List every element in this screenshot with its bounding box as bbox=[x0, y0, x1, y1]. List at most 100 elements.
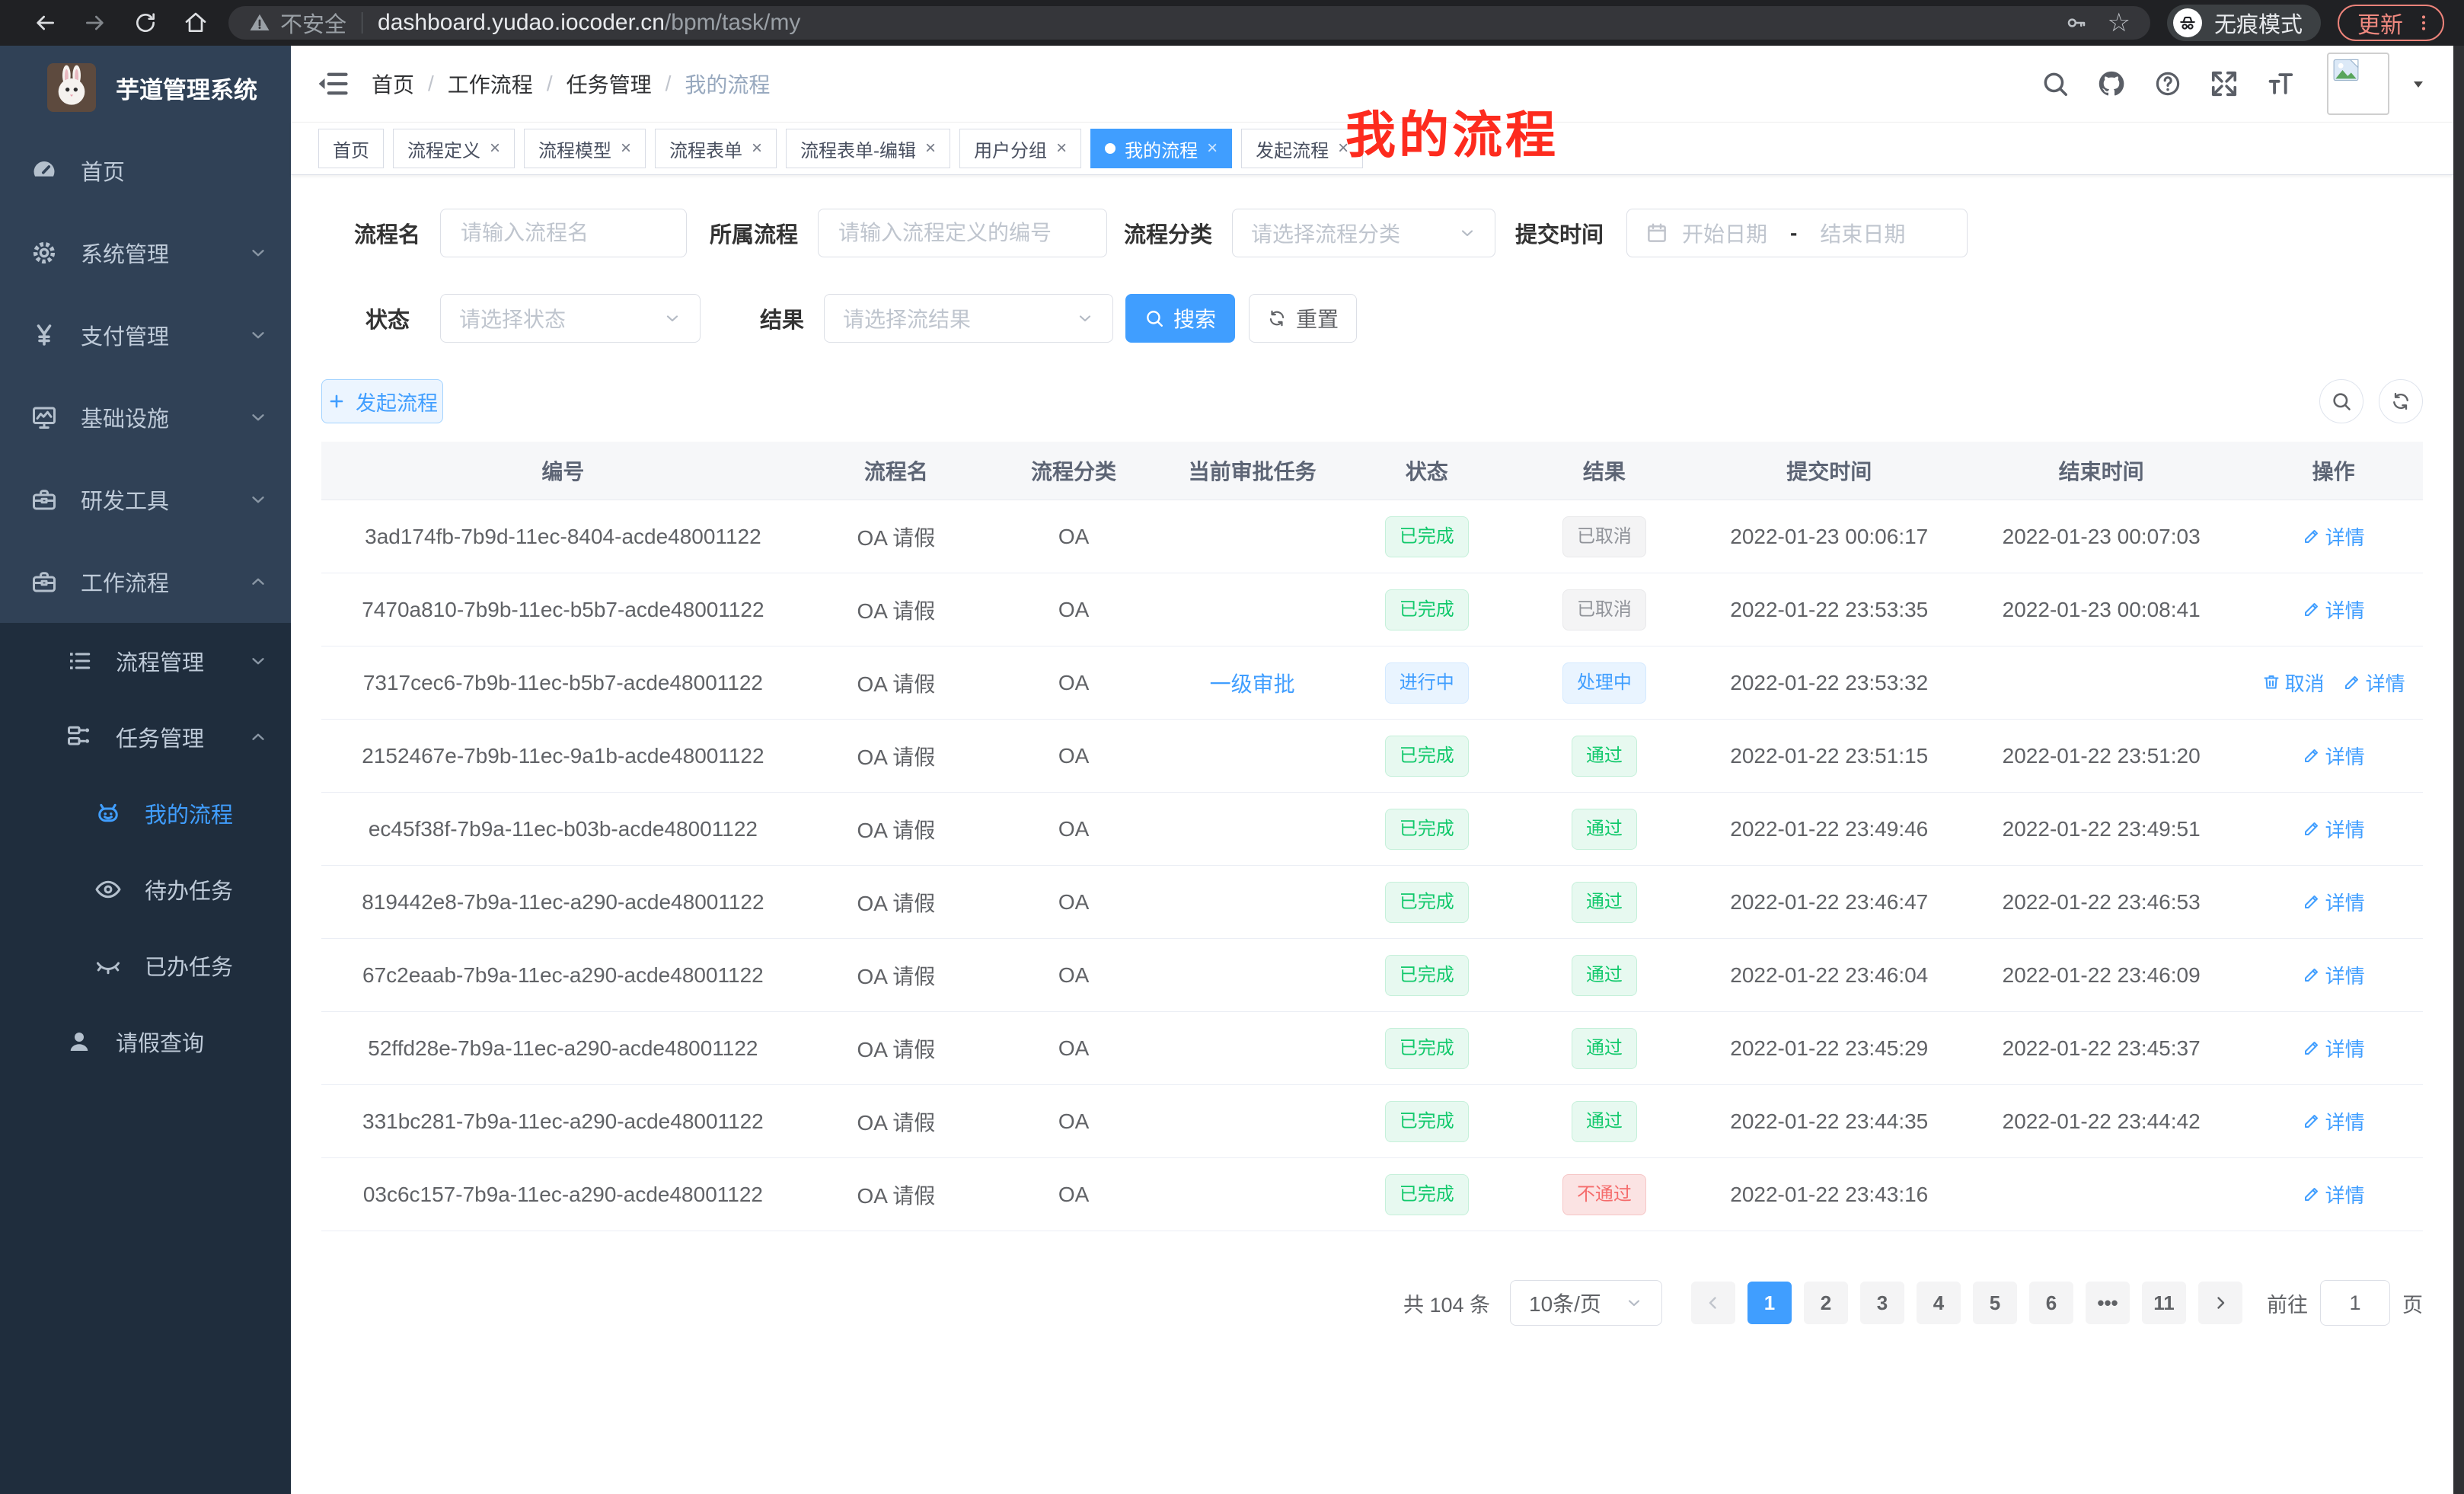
detail-action[interactable]: 详情 bbox=[2303, 815, 2365, 843]
address-bar[interactable]: 不安全 dashboard.yudao.iocoder.cn /bpm/task… bbox=[228, 6, 2150, 40]
browser-back-icon[interactable] bbox=[20, 8, 70, 38]
tab-我的流程[interactable]: 我的流程 × bbox=[1090, 129, 1232, 168]
edit-icon bbox=[2303, 966, 2321, 984]
sidebar-item-home[interactable]: 首页 bbox=[0, 129, 291, 212]
page-button-5[interactable]: 5 bbox=[1973, 1282, 2017, 1324]
page-size-select[interactable]: 10条/页 bbox=[1510, 1280, 1662, 1326]
next-page-button[interactable] bbox=[2198, 1282, 2242, 1324]
show-search-toggle-button[interactable] bbox=[2319, 379, 2363, 423]
tab-close-icon[interactable]: × bbox=[1056, 139, 1067, 158]
page-button-2[interactable]: 2 bbox=[1804, 1282, 1848, 1324]
tab-close-icon[interactable]: × bbox=[925, 139, 936, 158]
avatar-caret-down-icon[interactable] bbox=[2409, 75, 2427, 93]
breadcrumb-item[interactable]: 工作流程 bbox=[448, 69, 533, 99]
github-icon[interactable] bbox=[2097, 69, 2126, 98]
process-name-input-wrap bbox=[440, 209, 687, 257]
tab-流程模型[interactable]: 流程模型 × bbox=[524, 129, 646, 168]
cancel-action[interactable]: 取消 bbox=[2262, 669, 2325, 697]
detail-action[interactable]: 详情 bbox=[2303, 742, 2365, 770]
goto-page-input[interactable] bbox=[2320, 1280, 2390, 1326]
task-link[interactable]: 一级审批 bbox=[1210, 672, 1295, 696]
cell-category: OA bbox=[988, 525, 1160, 549]
sidebar-item-pay[interactable]: 支付管理 bbox=[0, 294, 291, 376]
detail-action[interactable]: 详情 bbox=[2303, 961, 2365, 989]
filter-result-label: 结果 bbox=[701, 302, 824, 334]
incognito-icon bbox=[2173, 8, 2202, 37]
tab-流程表单[interactable]: 流程表单 × bbox=[655, 129, 777, 168]
breadcrumb-item[interactable]: 任务管理 bbox=[567, 69, 652, 99]
cell-process-name: OA 请假 bbox=[805, 887, 988, 918]
page-button-4[interactable]: 4 bbox=[1917, 1282, 1961, 1324]
tab-用户分组[interactable]: 用户分组 × bbox=[959, 129, 1081, 168]
status-select[interactable]: 请选择状态 bbox=[440, 294, 701, 343]
cell-category: OA bbox=[988, 963, 1160, 988]
sidebar-item-process-manage[interactable]: 流程管理 bbox=[0, 623, 291, 699]
toolbox-icon bbox=[30, 568, 58, 595]
sidebar-item-infra[interactable]: 基础设施 bbox=[0, 376, 291, 458]
page-button-1[interactable]: 1 bbox=[1747, 1282, 1792, 1324]
status-badge: 已完成 bbox=[1385, 809, 1469, 850]
prev-page-button[interactable] bbox=[1691, 1282, 1735, 1324]
cell-status: 已完成 bbox=[1345, 589, 1508, 630]
detail-action[interactable]: 详情 bbox=[2303, 1107, 2365, 1135]
refresh-table-button[interactable] bbox=[2379, 379, 2423, 423]
sidebar-item-done-task[interactable]: 已办任务 bbox=[0, 927, 291, 1004]
browser-update-button[interactable]: 更新 bbox=[2338, 5, 2444, 41]
detail-action[interactable]: 详情 bbox=[2303, 522, 2365, 551]
password-key-icon[interactable] bbox=[2065, 11, 2088, 34]
process-name-input[interactable] bbox=[459, 220, 668, 246]
process-definition-input[interactable] bbox=[837, 220, 1088, 246]
tab-流程定义[interactable]: 流程定义 × bbox=[393, 129, 515, 168]
chevron-down-icon bbox=[663, 309, 681, 327]
start-process-button[interactable]: 发起流程 bbox=[321, 379, 443, 423]
sidebar-item-my-process[interactable]: 我的流程 bbox=[0, 775, 291, 851]
result-badge: 通过 bbox=[1572, 882, 1637, 923]
sidebar-item-task-manage[interactable]: 任务管理 bbox=[0, 699, 291, 775]
browser-home-icon[interactable] bbox=[171, 8, 221, 38]
detail-action[interactable]: 详情 bbox=[2343, 669, 2405, 697]
tab-close-icon[interactable]: × bbox=[752, 139, 762, 158]
font-size-icon[interactable] bbox=[2266, 69, 2295, 98]
app-logo[interactable]: 芋道管理系统 bbox=[0, 46, 291, 129]
table-row: 819442e8-7b9a-11ec-a290-acde48001122 OA … bbox=[321, 866, 2423, 939]
detail-action[interactable]: 详情 bbox=[2303, 888, 2365, 916]
breadcrumb-item[interactable]: 首页 bbox=[372, 69, 414, 99]
category-select[interactable]: 请选择流程分类 bbox=[1232, 209, 1495, 257]
bookmark-star-icon[interactable]: ☆ bbox=[2108, 10, 2130, 36]
page-button-11[interactable]: 11 bbox=[2142, 1282, 2186, 1324]
sidebar-item-devtool[interactable]: 研发工具 bbox=[0, 458, 291, 541]
avatar[interactable] bbox=[2327, 53, 2389, 115]
search-button[interactable]: 搜索 bbox=[1125, 294, 1235, 343]
cell-category: OA bbox=[988, 1109, 1160, 1134]
tab-close-icon[interactable]: × bbox=[1207, 139, 1218, 158]
sidebar-item-system[interactable]: 系统管理 bbox=[0, 212, 291, 294]
page-ellipsis[interactable]: ••• bbox=[2086, 1282, 2130, 1324]
page-button-6[interactable]: 6 bbox=[2029, 1282, 2073, 1324]
detail-action[interactable]: 详情 bbox=[2303, 1034, 2365, 1062]
browser-menu-kebab-icon[interactable] bbox=[2414, 13, 2434, 33]
header-search-icon[interactable] bbox=[2041, 69, 2070, 98]
tab-首页[interactable]: 首页 bbox=[318, 129, 384, 168]
column-header: 状态 bbox=[1345, 455, 1508, 486]
sidebar-item-workflow[interactable]: 工作流程 bbox=[0, 541, 291, 623]
browser-forward-icon[interactable] bbox=[70, 8, 120, 38]
tab-close-icon[interactable]: × bbox=[490, 139, 500, 158]
filter-category-label: 流程分类 bbox=[1107, 217, 1232, 249]
sidebar-item-leave-query[interactable]: 请假查询 bbox=[0, 1004, 291, 1080]
submit-time-range-picker[interactable]: 开始日期 - 结束日期 bbox=[1626, 209, 1968, 257]
page-button-3[interactable]: 3 bbox=[1860, 1282, 1904, 1324]
window-scrollbar[interactable] bbox=[2453, 46, 2464, 1494]
detail-action[interactable]: 详情 bbox=[2303, 595, 2365, 624]
detail-action[interactable]: 详情 bbox=[2303, 1180, 2365, 1208]
result-select[interactable]: 请选择流结果 bbox=[824, 294, 1113, 343]
cell-category: OA bbox=[988, 744, 1160, 768]
tab-close-icon[interactable]: × bbox=[621, 139, 631, 158]
fullscreen-icon[interactable] bbox=[2210, 69, 2239, 98]
hamburger-icon[interactable] bbox=[317, 68, 349, 100]
tab-流程表单-编辑[interactable]: 流程表单-编辑 × bbox=[786, 129, 950, 168]
help-icon[interactable] bbox=[2153, 69, 2182, 98]
sidebar-item-todo-task[interactable]: 待办任务 bbox=[0, 851, 291, 927]
cell-id: 331bc281-7b9a-11ec-a290-acde48001122 bbox=[321, 1109, 805, 1134]
reset-button[interactable]: 重置 bbox=[1249, 294, 1357, 343]
browser-reload-icon[interactable] bbox=[120, 8, 171, 38]
